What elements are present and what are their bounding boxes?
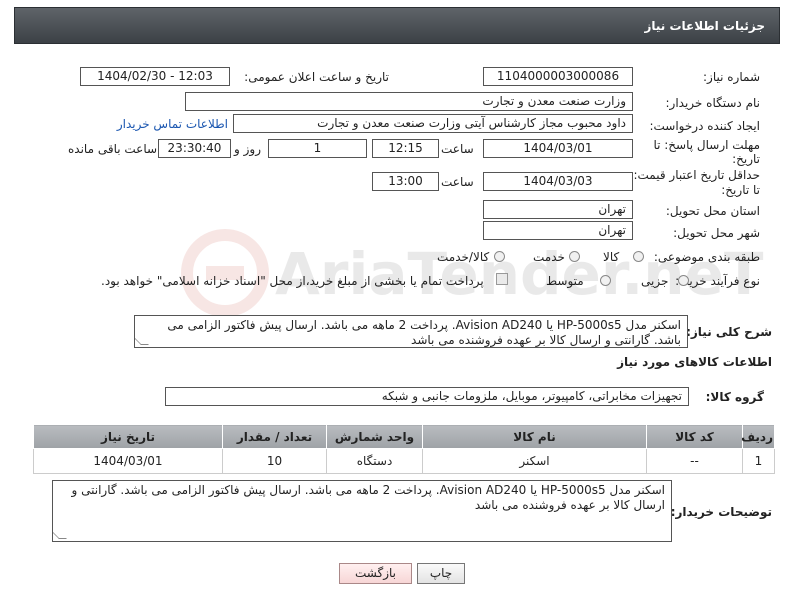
requester-field: داود محبوب مجاز کارشناس آیتی وزارت صنعت … <box>233 114 633 133</box>
goods-table: ردیف کد کالا نام کالا واحد شمارش تعداد /… <box>33 424 775 474</box>
reply-deadline-label-1: مهلت ارسال پاسخ: تا <box>653 138 760 152</box>
goods-group-field: تجهیزات مخابراتی، کامپیوتر، موبایل، ملزو… <box>165 387 689 406</box>
cell-row: 1 <box>742 448 775 474</box>
process-radio-medium[interactable] <box>600 275 611 286</box>
announce-datetime-field: 1404/02/30 - 12:03 <box>80 67 230 86</box>
treasury-payment-note: پرداخت تمام یا بخشی از مبلغ خرید،از محل … <box>101 274 484 288</box>
buyer-notes-text: اسکنر مدل HP-5000s5 یا Avision AD240. پر… <box>52 480 672 542</box>
process-radio-minor[interactable] <box>678 275 689 286</box>
resize-grip-icon[interactable] <box>135 337 149 345</box>
reply-days-label: روز و <box>234 142 261 156</box>
watermark-logo: AriaTender.neT <box>181 229 764 317</box>
category-option-goods: کالا <box>603 250 620 264</box>
remaining-time-label: ساعت باقی مانده <box>68 142 158 156</box>
col-name: نام کالا <box>422 424 647 449</box>
category-option-service: خدمت <box>533 250 565 264</box>
reply-deadline-time-field: 12:15 <box>372 139 439 158</box>
description-text: اسکنر مدل HP-5000s5 یا Avision AD240. پر… <box>134 315 688 348</box>
price-validity-time-label: ساعت <box>441 175 474 189</box>
category-radio-goods-service[interactable] <box>494 251 505 262</box>
buyer-contact-link[interactable]: اطلاعات تماس خریدار <box>117 117 228 131</box>
remaining-time-field: 23:30:40 <box>158 139 231 158</box>
reply-deadline-time-label: ساعت <box>441 142 474 156</box>
category-radio-goods[interactable] <box>633 251 644 262</box>
goods-group-label: گروه کالا: <box>705 390 764 404</box>
delivery-city-label: شهر محل تحویل: <box>673 226 760 240</box>
reply-days-field: 1 <box>268 139 367 158</box>
price-validity-label-2: تا تاریخ: <box>721 183 760 197</box>
col-qty: تعداد / مقدار <box>222 424 327 449</box>
price-validity-date-field: 1404/03/03 <box>483 172 633 191</box>
goods-info-title: اطلاعات کالاهای مورد نیاز <box>617 355 772 369</box>
description-label: شرح کلی نیاز: <box>686 325 772 339</box>
cell-code: -- <box>646 448 743 474</box>
category-radio-service[interactable] <box>569 251 580 262</box>
cell-name: اسکنر <box>422 448 647 474</box>
cell-unit: دستگاه <box>326 448 423 474</box>
page-title: جزئیات اطلاعات نیاز <box>644 19 765 33</box>
col-code: کد کالا <box>646 424 743 449</box>
col-date: تاریخ نیاز <box>33 424 223 449</box>
process-option-minor: جزیی <box>641 274 669 288</box>
table-header-row: ردیف کد کالا نام کالا واحد شمارش تعداد /… <box>33 424 775 449</box>
table-row: 1 -- اسکنر دستگاه 10 1404/03/01 <box>33 448 775 474</box>
page-header: جزئیات اطلاعات نیاز <box>14 7 780 44</box>
delivery-city-field: تهران <box>483 221 633 240</box>
price-validity-time-field: 13:00 <box>372 172 439 191</box>
price-validity-label-1: حداقل تاریخ اعتبار قیمت: <box>633 168 760 182</box>
process-option-medium: متوسط <box>546 274 584 288</box>
resize-grip-icon[interactable] <box>53 531 67 539</box>
announce-datetime-label: تاریخ و ساعت اعلان عمومی: <box>244 70 389 84</box>
buyer-org-field: وزارت صنعت معدن و تجارت <box>185 92 633 111</box>
buyer-notes-label: توضیحات خریدار: <box>670 505 772 519</box>
print-button[interactable]: چاپ <box>417 563 465 584</box>
delivery-province-label: استان محل تحویل: <box>665 204 760 218</box>
category-label: طبقه بندی موضوعی: <box>653 250 760 264</box>
back-button[interactable]: بازگشت <box>339 563 412 584</box>
need-number-label: شماره نیاز: <box>703 70 760 84</box>
buyer-notes-content: اسکنر مدل HP-5000s5 یا Avision AD240. پر… <box>71 483 666 512</box>
col-row: ردیف <box>741 424 775 449</box>
delivery-province-field: تهران <box>483 200 633 219</box>
reply-deadline-label-2: تاریخ: <box>732 152 760 166</box>
reply-deadline-date-field: 1404/03/01 <box>483 139 633 158</box>
category-option-goods-service: کالا/خدمت <box>437 250 490 264</box>
need-number-field: 1104000003000086 <box>483 67 633 86</box>
treasury-payment-checkbox[interactable] <box>496 273 508 285</box>
col-unit: واحد شمارش <box>326 424 423 449</box>
cell-qty: 10 <box>222 448 327 474</box>
buyer-org-label: نام دستگاه خریدار: <box>665 96 761 110</box>
description-content: اسکنر مدل HP-5000s5 یا Avision AD240. پر… <box>167 318 681 347</box>
requester-label: ایجاد کننده درخواست: <box>649 119 760 133</box>
cell-date: 1404/03/01 <box>33 448 223 474</box>
